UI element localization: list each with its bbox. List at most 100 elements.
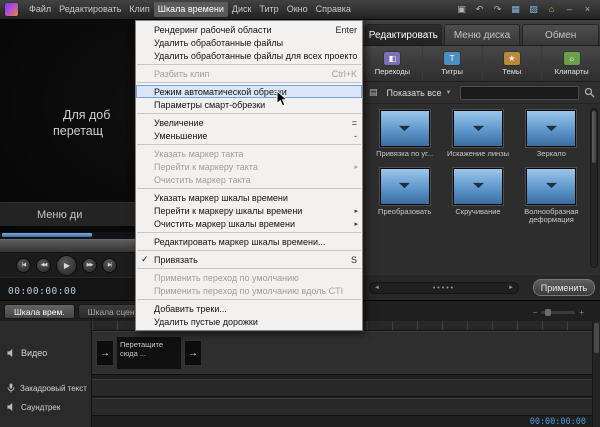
checkmark-icon: ✓ [141,254,149,265]
timeline-view-tab[interactable]: Шкала врем. [4,304,75,319]
insert-right-arrow-icon[interactable]: → [184,340,202,366]
soundtrack-track-header[interactable]: Саундтрек [0,398,92,416]
timeline-scrollbar[interactable] [592,321,600,427]
menu-item-label: Перейти к маркеру такта [154,162,258,172]
menubar-item-1[interactable]: Файл [25,2,55,17]
menu-item[interactable]: Указать маркер шкалы времени [136,191,362,204]
menu-item[interactable]: Параметры смарт-обрезки [136,98,362,111]
scroll-right-icon[interactable]: ► [508,285,514,291]
menu-item[interactable]: Редактировать маркер шкалы времени... [136,235,362,248]
voiceover-track-header[interactable]: Закадровый текст [0,379,92,397]
menu-item[interactable]: Очистить маркер шкалы времени▸ [136,217,362,230]
menu-item[interactable]: Применить переход по умолчанию [136,271,362,284]
transition-thumbnail[interactable]: ▼Волнообразная деформация [518,168,585,225]
tab-disc-menu[interactable]: Меню диска [444,24,521,45]
category-themes[interactable]: ★Темы [483,46,543,81]
clip-drop-placeholder[interactable]: Перетащите сюда ... [116,336,182,370]
search-input[interactable] [460,86,579,100]
organizer-icon[interactable]: ▦ [509,3,522,16]
menubar-item-7[interactable]: Окно [283,2,312,17]
menu-item-label: Перейти к маркеру шкалы времени [154,206,302,216]
transition-name: Скручивание [455,208,500,217]
apply-button[interactable]: Применить [533,279,595,296]
transition-thumbnail[interactable]: ▼Привязка по уг... [371,110,438,159]
zoom-slider-knob[interactable] [545,309,551,316]
play-button[interactable]: ▶ [56,255,77,276]
transition-thumbnail[interactable]: ▼Скручивание [444,168,511,225]
insert-left-arrow-icon[interactable]: → [96,340,114,366]
menubar-item-4[interactable]: Шкала времени [154,2,228,17]
panel-scrollbar[interactable] [590,108,598,268]
transition-preview-image: ▼ [526,168,576,205]
category-titles[interactable]: TТитры [423,46,483,81]
monitor-overlay-label: Меню ди [37,209,82,221]
tab-share[interactable]: Обмен [522,24,599,45]
rewind-button[interactable]: ◀◀ [36,258,51,273]
menu-item[interactable]: Удалить обработанные файлы [136,36,362,49]
category-transitions[interactable]: ◧Переходы [363,46,423,81]
search-icon[interactable] [584,87,595,98]
transition-thumbnail[interactable]: ▼Зеркало [518,110,585,159]
menubar-item-2[interactable]: Редактировать [55,2,125,17]
menu-item[interactable]: ✓ПривязатьS [136,253,362,266]
panel-scrollbar-thumb[interactable] [592,111,596,163]
menu-shortcut: - [344,131,357,141]
submenu-arrow-icon: ▸ [354,220,358,228]
menubar-item-8[interactable]: Справка [312,2,355,17]
filter-bar: ▤ Показать все ▼ [363,82,600,104]
menu-item[interactable]: Удалить обработанные файлы для всех прое… [136,49,362,62]
tab-edit[interactable]: Редактировать [365,24,442,45]
menu-item-label: Увеличение [154,118,204,128]
submenu-arrow-icon: ▸ [354,163,358,171]
minimize-icon[interactable]: – [563,3,576,16]
menu-separator [137,268,361,269]
next-button[interactable]: ▶| [102,258,117,273]
timeline-scrollbar-thumb[interactable] [594,323,599,353]
view-mode-icon[interactable]: ▤ [369,87,378,98]
redo-icon[interactable]: ↷ [491,3,504,16]
zoom-in-icon[interactable]: + [579,308,584,317]
duration-timecode: 00:00:00:00 [530,417,586,427]
work-area-progress [2,233,92,237]
menu-separator [137,232,361,233]
timeline-menu-dropdown: Рендеринг рабочей областиEnterУдалить об… [135,20,363,331]
transition-thumbnail[interactable]: ▼Преобразовать [371,168,438,225]
hang-glider-shape: ▼ [542,180,561,190]
zoom-out-icon[interactable]: − [533,308,538,317]
transition-thumbnail[interactable]: ▼Искажение линзы [444,110,511,159]
menu-shortcut: = [342,118,357,128]
panel-hscrollbar[interactable]: ◄ ••••• ► [369,282,519,294]
menu-item[interactable]: Перейти к маркеру шкалы времени▸ [136,204,362,217]
zoom-slider[interactable] [541,311,575,314]
menu-item[interactable]: Режим автоматической обрезки [136,85,362,98]
video-track-header[interactable]: Видео [0,331,92,375]
close-icon[interactable]: × [581,3,594,16]
menu-item[interactable]: Уменьшение- [136,129,362,142]
fast-forward-button[interactable]: ▶▶ [82,258,97,273]
monitor-hint-line2: перетащ [53,124,103,138]
menu-item[interactable]: Очистить маркер такта [136,173,362,186]
home-icon[interactable]: ⌂ [545,3,558,16]
scroll-left-icon[interactable]: ◄ [374,285,380,291]
filter-dropdown[interactable]: Показать все ▼ [383,86,456,100]
menu-item[interactable]: Применить переход по умолчанию вдоль CTI [136,284,362,297]
category-clipart[interactable]: ☼Клипарты [542,46,600,81]
transition-preview-image: ▼ [526,110,576,147]
menubar-item-5[interactable]: Диск [228,2,256,17]
speaker-icon [7,402,16,412]
save-icon[interactable]: ▣ [455,3,468,16]
menu-item[interactable]: Рендеринг рабочей областиEnter [136,23,362,36]
undo-icon[interactable]: ↶ [473,3,486,16]
menu-item[interactable]: Перейти к маркеру такта ▸ [136,160,362,173]
menubar-item-6[interactable]: Титр [255,2,282,17]
menubar-item-3[interactable]: Клип [125,2,153,17]
menu-item[interactable]: Указать маркер такта [136,147,362,160]
menu-item[interactable]: Добавить треки... [136,302,362,315]
hang-glider-shape: ▼ [469,123,488,133]
menu-item[interactable]: Увеличение = [136,116,362,129]
menu-shortcut: Enter [325,25,357,35]
menu-item[interactable]: Удалить пустые дорожки [136,315,362,328]
photos-icon[interactable]: ▨ [527,3,540,16]
previous-button[interactable]: |◀ [16,258,31,273]
menu-item[interactable]: Разбить клипCtrl+K [136,67,362,80]
